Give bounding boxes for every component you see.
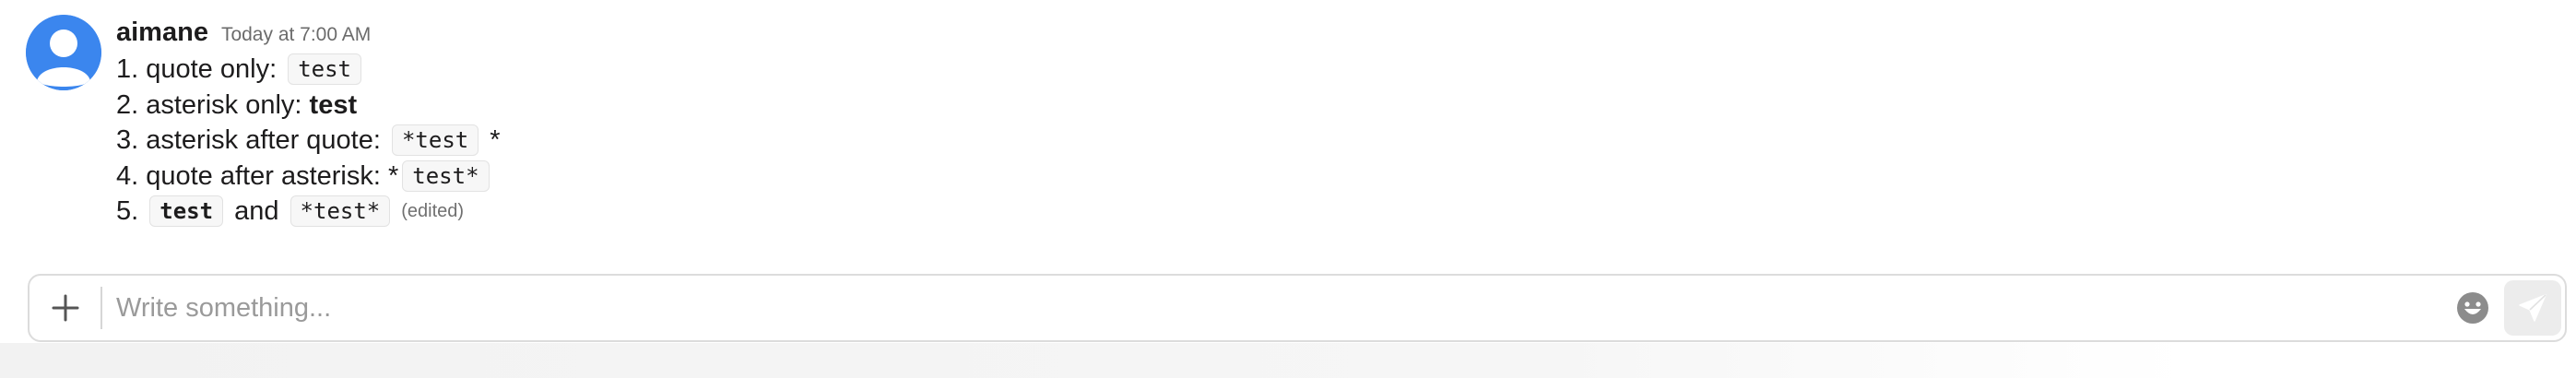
line-text: 2. asterisk only: [116, 89, 310, 120]
line-text: 3. asterisk after quote: [116, 125, 388, 156]
asterisk-text: * [387, 160, 399, 191]
inline-code: *test [391, 124, 479, 157]
message-header: aimane Today at 7:00 AM [116, 15, 1130, 50]
message-line-1: 1. quote only: test [116, 52, 1130, 88]
user-silhouette-icon [26, 15, 101, 90]
add-attachment-button[interactable] [42, 285, 89, 331]
message-composer [28, 274, 2567, 342]
message-body: aimane Today at 7:00 AM 1. quote only: t… [116, 15, 1130, 230]
chat-window: aimane Today at 7:00 AM 1. quote only: t… [0, 0, 2576, 378]
line-text: 5. [116, 196, 147, 227]
inline-code: test [288, 53, 361, 86]
smiley-icon [2457, 292, 2488, 324]
author-name[interactable]: aimane [116, 15, 208, 50]
message: aimane Today at 7:00 AM 1. quote only: t… [26, 15, 1132, 245]
message-timestamp[interactable]: Today at 7:00 AM [221, 18, 371, 53]
line-text: 1. quote only: [116, 54, 285, 85]
paper-plane-icon [2519, 294, 2546, 322]
composer-divider [100, 287, 102, 329]
message-content: 1. quote only: test 2. asterisk only: te… [116, 52, 1130, 230]
bottom-shadow [0, 343, 2576, 378]
bold-text: test [309, 89, 358, 120]
avatar[interactable] [26, 15, 101, 90]
inline-code: *test* [290, 195, 391, 228]
send-button[interactable] [2504, 280, 2561, 336]
line-suffix: * [482, 125, 501, 156]
message-line-4: 4. quote after asterisk: * test* [116, 159, 1130, 195]
line-text: 4. quote after asterisk: [116, 160, 388, 191]
plus-icon [52, 294, 79, 322]
message-line-5: 5. test and *test* (edited) [116, 194, 1130, 230]
message-line-3: 3. asterisk after quote: *test * [116, 123, 1130, 159]
inline-code-bold: test [149, 195, 224, 228]
edited-label: (edited) [401, 201, 465, 222]
inline-code: test* [402, 159, 490, 192]
message-line-2: 2. asterisk only: test [116, 88, 1130, 124]
emoji-button[interactable] [2454, 289, 2491, 326]
line-middle: and [227, 196, 287, 227]
message-input[interactable] [116, 283, 2421, 333]
